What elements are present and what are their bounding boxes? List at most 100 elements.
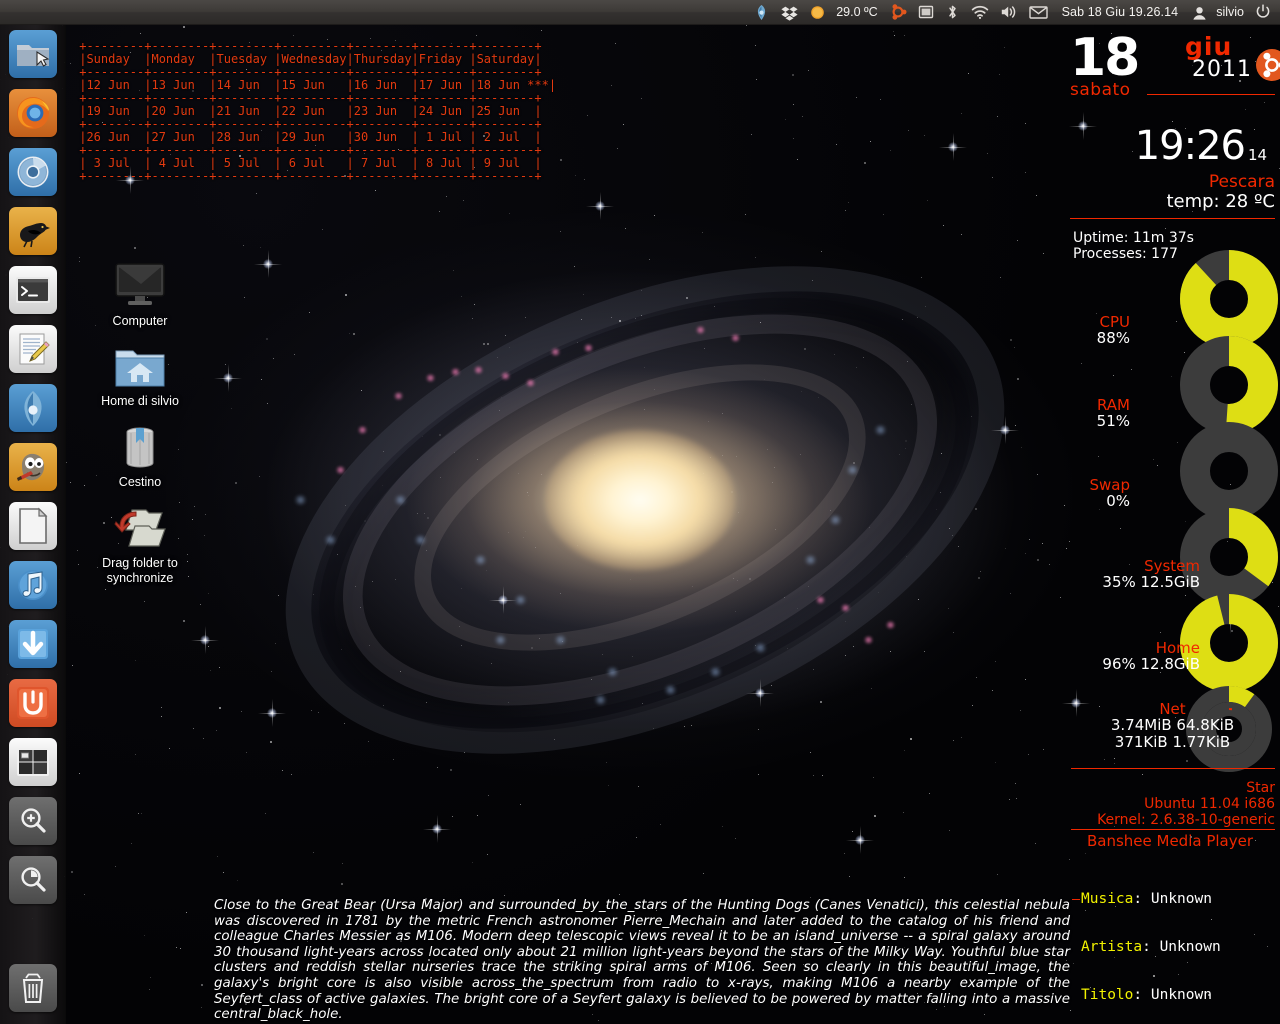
stat-label: System [1144, 557, 1200, 575]
bird-icon [19, 223, 50, 248]
launcher-item-trash[interactable] [8, 964, 57, 1012]
player-row: Musica: Unknown [1081, 891, 1221, 907]
launcher-item-libreoffice[interactable] [8, 502, 57, 550]
stat-swap: Swap 0% [1089, 477, 1130, 510]
player-value: Unknown [1159, 939, 1221, 955]
conky-player-title: Banshee Media Player [1086, 832, 1254, 850]
stat-label: Net [1159, 700, 1186, 718]
download-arrow-icon [17, 629, 48, 659]
trash-can-icon [81, 419, 199, 471]
document-pencil-icon [19, 333, 50, 365]
firefox-icon [16, 97, 49, 129]
desktop-icon-label: Cestino [118, 475, 162, 489]
conky-year: 2011 [1192, 57, 1252, 82]
panel-username[interactable]: silvio [1214, 5, 1248, 19]
conky-divider-5 [1072, 899, 1080, 900]
player-row: Artista: Unknown [1081, 939, 1221, 955]
launcher-item-shotwell[interactable] [8, 384, 57, 432]
conky-divider-3 [1071, 768, 1275, 769]
launcher-item-zoom-in[interactable] [8, 797, 57, 845]
wallpaper-caption: Close to the Great Bear (Ursa Major) and… [214, 898, 1070, 1023]
unity-launcher [0, 25, 66, 1024]
conky-time: 19:26 [1134, 123, 1246, 169]
conky-month: giu [1185, 32, 1233, 61]
conky-player-rows: Musica: Unknown Artista: Unknown Titolo:… [1081, 859, 1221, 1024]
net-line-2: 371KiB 1.77KiB [1114, 733, 1231, 751]
stat-value: 51% [1096, 412, 1130, 430]
launcher-item-sparrow[interactable] [8, 207, 57, 255]
player-key: Artista [1081, 939, 1143, 955]
libreoffice-icon [18, 507, 47, 544]
stat-system: System 35% 12.5GiB [1102, 558, 1200, 591]
workspace-switcher-icon [16, 748, 49, 776]
desktop-icon-computer[interactable]: Computer [81, 258, 199, 329]
launcher-item-workspace-switcher[interactable] [8, 738, 57, 786]
stat-label: Swap [1089, 476, 1130, 494]
desktop-icon-home[interactable]: Home di silvio [81, 338, 199, 409]
panel-clock[interactable]: Sab 18 Giu 19.26.14 [1055, 5, 1186, 19]
messaging-indicator-icon[interactable] [1025, 0, 1052, 25]
desktop-icon-label: Home di silvio [101, 394, 179, 408]
stat-home: Home 96% 12.8GiB [1102, 640, 1200, 673]
desktop-calendar: +--------+--------+--------+---------+--… [79, 39, 557, 183]
player-row: Titolo: Unknown [1081, 987, 1221, 1003]
conky-uptime: Uptime: 11m 37s [1073, 230, 1194, 246]
shotwell-indicator-icon[interactable] [749, 0, 774, 25]
conky-divider-4 [1071, 829, 1275, 830]
launcher-item-downloader[interactable] [8, 620, 57, 668]
player-value: Unknown [1150, 987, 1212, 1003]
stat-label: Home [1155, 639, 1200, 657]
network-wifi-indicator-icon[interactable] [967, 0, 993, 25]
avatar[interactable] [1188, 0, 1211, 25]
stat-label: CPU [1099, 313, 1131, 331]
display-indicator-icon[interactable] [914, 0, 938, 25]
conky-day: 18 [1070, 28, 1140, 88]
launcher-item-text-editor[interactable] [8, 325, 57, 373]
home-folder-icon [81, 338, 199, 390]
launcher-item-firefox[interactable] [8, 89, 57, 137]
folder-icon [16, 45, 49, 67]
stat-value: 35% 12.5GiB [1102, 573, 1200, 591]
launcher-item-chromium[interactable] [8, 148, 57, 196]
conky-system-monitor: 18 giu 2011 sabato 19:26 14 Pescara temp… [1065, 26, 1280, 1003]
desktop-icon-label: Drag folder to synchronize [102, 556, 178, 585]
magnifier-plus-icon [20, 808, 46, 833]
desktop-icon-trash[interactable]: Cestino [81, 419, 199, 490]
ubuntu-logo-icon [1255, 48, 1280, 86]
stat-cpu: CPU 88% [1097, 314, 1130, 347]
bluetooth-indicator-icon[interactable] [941, 0, 964, 25]
ubuntuone-indicator-icon[interactable] [881, 0, 911, 25]
launcher-item-ubuntu-one[interactable] [8, 679, 57, 727]
launcher-item-banshee[interactable] [8, 561, 57, 609]
star-kernel: Kernel: 2.6.38-10-generic [1097, 812, 1275, 828]
net-line-1: 3.74MiB 64.8KiB [1110, 716, 1235, 734]
panel-temperature-label: 29.0 ºC [836, 5, 878, 19]
star-title: Star [1246, 780, 1275, 796]
dropbox-indicator-icon[interactable] [777, 0, 802, 25]
conky-divider-2 [1070, 218, 1275, 219]
launcher-item-zoom-find[interactable] [8, 856, 57, 904]
top-panel: 29.0 ºC Sab 18 Giu 19.26.14 silvio [0, 0, 1280, 25]
launcher-item-terminal[interactable] [8, 266, 57, 314]
stat-label: RAM [1096, 396, 1130, 414]
conky-city: Pescara [1208, 172, 1275, 192]
magnifier-icon [20, 867, 46, 892]
launcher-item-files[interactable] [8, 30, 57, 78]
shotwell-icon [23, 391, 42, 426]
volume-indicator-icon[interactable] [996, 0, 1022, 25]
stat-value: 0% [1106, 492, 1130, 510]
stat-ram: RAM 51% [1097, 397, 1130, 430]
conky-temperature: temp: 28 ºC [1166, 191, 1275, 212]
sync-folders-icon [81, 500, 199, 552]
stat-net: Net 3.74MiB 64.8KiB 371KiB 1.77KiB [1070, 701, 1275, 751]
desktop-icon-label: Computer [112, 314, 168, 328]
desktop-icon-sync[interactable]: Drag folder to synchronize [81, 500, 199, 586]
weather-indicator-icon[interactable] [805, 0, 830, 25]
banshee-icon [17, 570, 48, 600]
launcher-item-gimp[interactable] [8, 443, 57, 491]
conky-weekday: sabato [1070, 80, 1131, 100]
player-sep: : [1133, 987, 1151, 1003]
power-icon[interactable] [1251, 0, 1275, 25]
player-key: Titolo [1081, 987, 1134, 1003]
terminal-icon [15, 277, 50, 303]
